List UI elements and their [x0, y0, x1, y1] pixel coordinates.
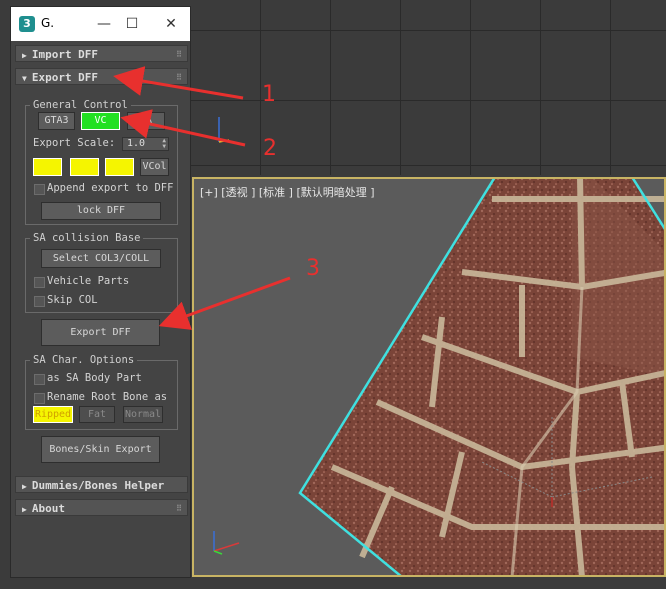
annotation-number-2: 2	[263, 136, 277, 161]
annotation-number-3: 3	[306, 256, 320, 281]
annotation-arrows	[113, 66, 291, 330]
annotation-number-1: 1	[262, 82, 276, 107]
